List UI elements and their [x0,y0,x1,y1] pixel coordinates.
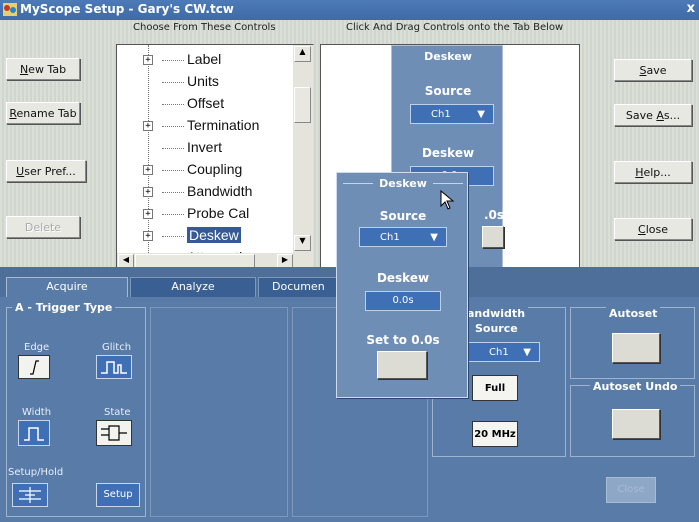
mouse-cursor-icon [440,190,455,210]
controls-tree[interactable]: + Label Units Offset + Termination Invert + Coup… [116,44,314,270]
tree-item[interactable]: Probe Cal [187,205,249,221]
tree-connector [162,104,184,105]
drop-partial-text: .0s [484,208,505,222]
width-label: Width [22,407,52,418]
tree-connector [162,148,184,149]
state-label: State [104,407,131,418]
scroll-down-icon[interactable]: ▼ [294,235,311,251]
drop-panel-title: Deskew [424,50,472,63]
window-title: MyScope Setup - Gary's CW.tcw [20,2,234,16]
glitch-label: Glitch [102,342,132,353]
drop-deskew-label: Deskew [421,146,475,160]
expand-icon[interactable]: + [143,165,153,175]
setup-button[interactable]: Setup [96,483,140,507]
state-icon [101,425,127,441]
edge-label: Edge [24,342,50,353]
setup-hold-label: Setup/Hold [8,467,64,478]
rename-tab-button[interactable]: Rename Tab [6,102,80,124]
tree-item[interactable]: Units [187,73,219,89]
setup-hold-trigger-button[interactable] [12,483,48,507]
autoset-title: Autoset [606,307,661,320]
expand-icon[interactable]: + [143,209,153,219]
glitch-trigger-button[interactable] [96,355,132,379]
chevron-down-icon: ▼ [523,346,531,358]
set-to-zero-label: Set to 0.0s [366,333,440,347]
tree-item[interactable]: Offset [187,95,224,111]
disabled-close-button[interactable]: Close [606,477,656,503]
drop-source-dropdown[interactable]: Ch1 ▼ [410,104,494,124]
trigger-type-title: A - Trigger Type [12,301,116,314]
drag-source-dropdown[interactable]: Ch1 ▼ [359,227,447,247]
tab-acquire-label[interactable]: Acquire [6,278,128,296]
empty-section-1 [150,307,288,517]
user-pref-button[interactable]: User Pref... [6,160,86,182]
title-bar: MyScope Setup - Gary's CW.tcw x [0,0,699,20]
width-trigger-button[interactable] [18,420,50,446]
set-to-zero-button[interactable] [377,351,427,379]
tree-item[interactable]: Coupling [187,161,242,177]
controls-header: Choose From These Controls [133,22,276,33]
save-as-button[interactable]: Save As... [614,104,692,126]
app-icon [3,3,17,16]
bandwidth-source-label: Source [475,322,518,335]
tree-connector [162,170,184,171]
drop-set-button[interactable] [482,226,504,248]
tree-item[interactable]: Termination [187,117,259,133]
tree-connector [162,214,184,215]
expand-icon[interactable]: + [143,231,153,241]
state-trigger-button[interactable] [96,420,132,446]
title-rule-left [343,183,373,184]
drop-source-value: Ch1 [431,108,451,120]
save-button[interactable]: Save [614,59,692,81]
20mhz-bandwidth-button[interactable]: 20 MHz [472,421,518,447]
bandwidth-title: andwidth [464,307,529,320]
tab-analyze-label[interactable]: Analyze [130,278,256,296]
expand-icon[interactable]: + [143,121,153,131]
tree-connector [162,236,184,237]
setup-hold-icon [19,487,41,503]
tree-connector [162,60,184,61]
drag-header: Click And Drag Controls onto the Tab Bel… [346,22,564,33]
glitch-icon [101,361,127,374]
close-button[interactable]: Close [614,218,692,240]
title-rule-right [433,183,463,184]
expand-icon[interactable]: + [143,55,153,65]
tree-connector [162,192,184,193]
chevron-down-icon: ▼ [430,231,438,243]
help-button[interactable]: Help... [614,161,692,183]
delete-button[interactable]: Delete [6,216,80,238]
autoset-button[interactable] [612,333,660,363]
expand-icon[interactable]: + [143,187,153,197]
autoset-undo-button[interactable] [612,409,660,439]
drop-source-label: Source [424,84,472,98]
tree-connector [162,82,184,83]
tree-vertical-scrollbar[interactable]: ▲ ▼ [293,45,313,253]
autoset-undo-title: Autoset Undo [590,380,681,393]
drag-deskew-value[interactable]: 0.0s [365,291,441,311]
tree-item[interactable]: Label [187,51,221,67]
drag-source-value: Ch1 [380,231,400,243]
tree-item[interactable]: Deskew [187,227,241,243]
tree-connector [162,126,184,127]
close-icon[interactable]: x [687,1,695,16]
new-tab-button[interactable]: New Tab [6,58,80,80]
tree-item[interactable]: Bandwidth [187,183,252,199]
scroll-up-icon[interactable]: ▲ [294,46,311,62]
bandwidth-source-value: Ch1 [489,346,509,358]
bandwidth-source-dropdown[interactable]: Ch1 ▼ [468,342,540,362]
full-bandwidth-button[interactable]: Full [472,375,518,401]
edge-icon [30,360,39,375]
edge-trigger-button[interactable] [18,355,50,379]
drag-deskew-label: Deskew [376,271,430,285]
tree-item[interactable]: Invert [187,139,222,155]
scroll-thumb[interactable] [294,87,311,123]
width-icon [24,427,44,441]
chevron-down-icon: ▼ [477,108,485,120]
